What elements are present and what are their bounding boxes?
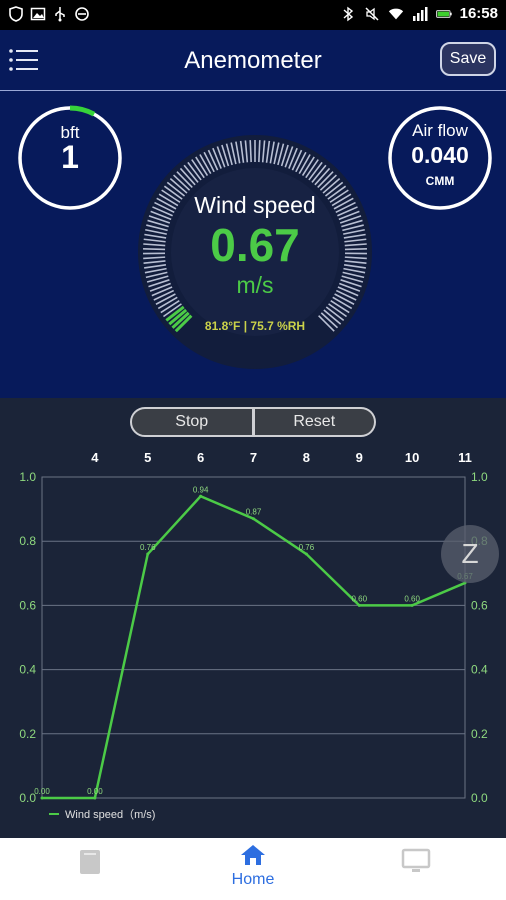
usb-icon: [52, 6, 68, 22]
y-tick-label-left: 0.8: [19, 534, 36, 548]
bluetooth-icon: [340, 6, 356, 22]
airflow-value: 0.040: [411, 142, 469, 168]
wind-speed-label: Wind speed: [194, 192, 316, 218]
y-tick-label-left: 0.2: [19, 727, 36, 741]
status-bar: 16:58: [0, 0, 506, 30]
y-tick-label-left: 0.4: [19, 663, 36, 677]
shield-icon: [8, 6, 24, 22]
data-point: [252, 517, 255, 521]
data-point: [410, 603, 414, 607]
data-point: [93, 796, 97, 800]
data-label: 0.76: [299, 543, 315, 552]
x-tick-label: 8: [303, 450, 310, 465]
wifi-icon: [388, 6, 404, 22]
nav-home-label: Home: [231, 871, 275, 888]
data-point: [146, 552, 150, 556]
data-point: [40, 796, 44, 800]
nav-home[interactable]: Home: [213, 844, 293, 889]
legend-label: Wind speed（m/s): [65, 808, 155, 821]
wind-speed-unit: m/s: [236, 272, 274, 298]
signal-icon: [412, 6, 428, 22]
zoom-button[interactable]: Z: [441, 525, 499, 583]
battery-icon: [435, 6, 452, 22]
airflow-label: Air flow: [412, 121, 468, 140]
x-tick-label: 6: [197, 450, 204, 465]
data-label: 0.60: [351, 594, 367, 603]
save-button[interactable]: Save: [440, 42, 496, 76]
data-label: 0.87: [246, 508, 262, 517]
chart-panel: Stop Reset 4 5 6 7 8 9 10 11 0.0 0.0 0.2 0.2 0.4 0.4…: [0, 398, 506, 838]
data-label: 0.00: [87, 787, 103, 796]
blocked-icon: [74, 6, 90, 22]
x-tick-label: 4: [91, 450, 99, 465]
wind-speed-chart: 4567891011 0.00.00.20.20.40.40.60.60.80.…: [19, 450, 488, 821]
data-point: [199, 494, 203, 498]
nav-document[interactable]: [50, 848, 130, 881]
gauge-tick: [249, 140, 252, 163]
page-title: Anemometer: [184, 47, 322, 74]
document-icon: [80, 850, 100, 874]
data-label: 0.94: [193, 485, 209, 494]
mute-icon: [364, 6, 380, 22]
x-tick-label: 10: [405, 450, 419, 465]
bft-gauge: bft 1: [17, 105, 123, 211]
data-label: 0.00: [34, 787, 50, 796]
y-tick-label-left: 1.0: [19, 470, 36, 484]
data-label: 0.60: [404, 594, 420, 603]
gauge-panel: bft 1 Wind speed 0.67 m/s 81.8°F | 75.7 …: [0, 91, 506, 398]
y-tick-label-right: 0.6: [471, 598, 488, 612]
clock: 16:58: [459, 5, 498, 22]
airflow-unit: CMM: [425, 174, 455, 188]
bft-value: 1: [61, 139, 79, 175]
x-tick-label: 11: [458, 450, 472, 465]
wind-speed-gauge: Wind speed 0.67 m/s 81.8°F | 75.7 %RH: [137, 134, 373, 370]
y-tick-label-right: 0.2: [471, 727, 488, 741]
wind-speed-value: 0.67: [210, 219, 300, 271]
x-tick-label: 9: [356, 450, 363, 465]
app-header: Anemometer Save: [0, 30, 506, 91]
y-tick-label-left: 0.6: [19, 598, 36, 612]
data-point: [304, 552, 308, 556]
y-tick-label-right: 0.4: [471, 663, 488, 677]
y-tick-label-right: 0.0: [471, 791, 488, 805]
x-tick-label: 5: [144, 450, 151, 465]
image-icon: [30, 6, 46, 22]
data-point: [357, 603, 361, 607]
data-label: 0.76: [140, 543, 156, 552]
home-icon: [241, 845, 265, 865]
bottom-navigation: Home: [0, 838, 506, 900]
gauge-tick: [258, 140, 261, 163]
x-tick-label: 7: [250, 450, 257, 465]
airflow-gauge: Air flow 0.040 CMM: [387, 105, 493, 211]
monitor-icon: [401, 848, 431, 872]
nav-monitor[interactable]: [376, 848, 456, 879]
environment-readout: 81.8°F | 75.7 %RH: [204, 319, 306, 333]
y-tick-label-right: 1.0: [471, 470, 488, 484]
